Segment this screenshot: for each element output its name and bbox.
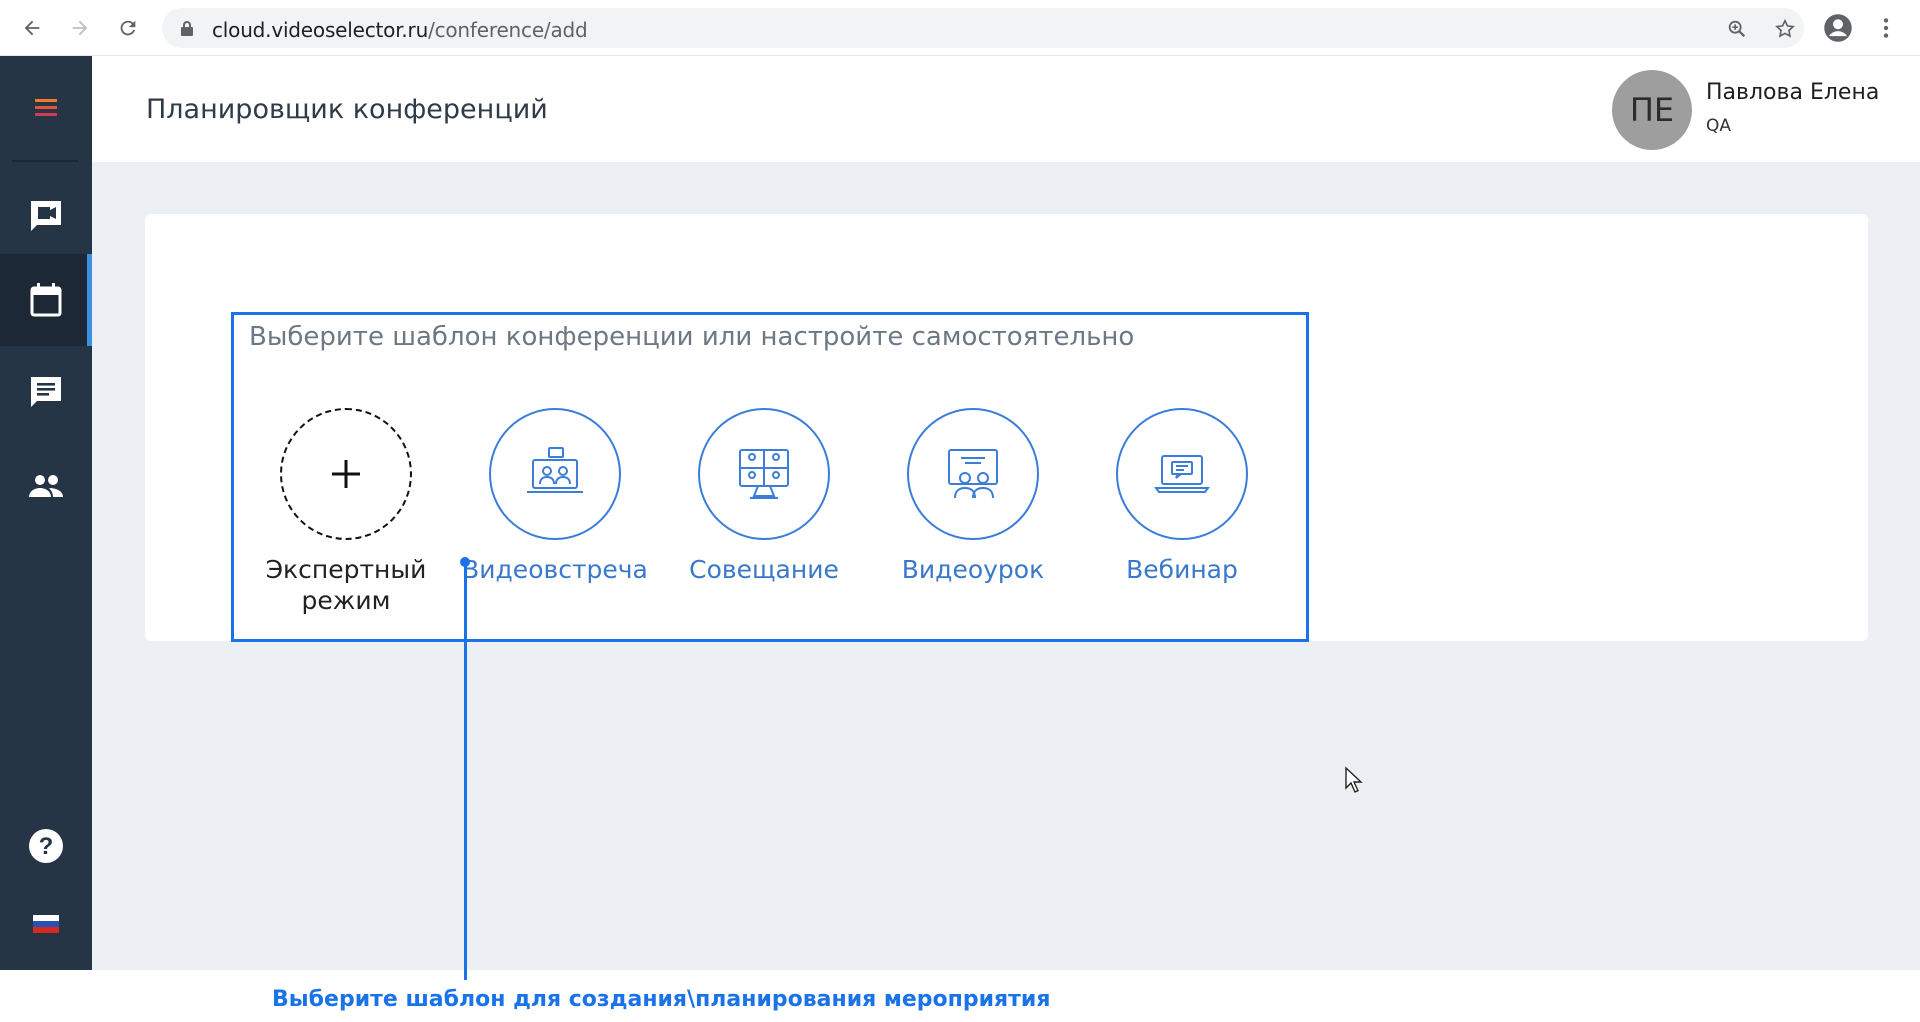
template-card: Выберите шаблон конференции или настройт…: [145, 214, 1868, 642]
address-bar[interactable]: cloud.videoselector.ru/conference/add: [162, 8, 1804, 48]
annotation-text: Выберите шаблон для создания\планировани…: [272, 987, 1051, 1012]
avatar[interactable]: ПЕ: [1612, 70, 1692, 150]
template-label: Совещание: [689, 555, 839, 584]
template-label: Экспертный режим: [265, 555, 427, 615]
conference-grid-icon: [739, 449, 789, 499]
more-vertical-icon: [1883, 18, 1889, 38]
url-host: cloud.videoselector.ru: [212, 18, 429, 42]
hamburger-icon: [35, 99, 57, 116]
template-chooser-title: Выберите шаблон конференции или настройт…: [249, 322, 1135, 352]
template-circle: [489, 408, 621, 540]
back-button[interactable]: [16, 12, 48, 44]
star-icon[interactable]: [1774, 18, 1796, 40]
template-circle: [698, 408, 830, 540]
template-label: Видеоурок: [901, 555, 1045, 584]
calendar-icon: [30, 283, 62, 317]
user-name[interactable]: Павлова Елена: [1706, 80, 1879, 105]
page-title: Планировщик конференций: [146, 94, 548, 125]
template-label: Вебинар: [1126, 555, 1238, 584]
sidebar-divider: [12, 160, 78, 162]
message-icon: [31, 377, 61, 407]
reload-button[interactable]: [112, 12, 144, 44]
url-text: cloud.videoselector.ru/conference/add: [212, 18, 588, 42]
russia-flag-icon: [33, 915, 59, 933]
sidebar: ?: [0, 56, 92, 970]
lock-icon: [181, 21, 193, 36]
template-circle: [907, 408, 1039, 540]
mouse-cursor-icon: [1345, 766, 1363, 793]
template-video-lesson[interactable]: Видеоурок: [873, 408, 1073, 585]
annotation-dot: [460, 557, 470, 567]
browser-menu-button[interactable]: [1870, 12, 1902, 44]
arrow-right-icon: [72, 20, 88, 36]
template-meeting[interactable]: Совещание: [664, 408, 864, 585]
template-label: Видеовстреча: [462, 555, 648, 584]
zoom-icon[interactable]: [1726, 18, 1748, 40]
template-circle: [280, 408, 412, 540]
sidebar-item-menu[interactable]: [0, 62, 92, 154]
profile-button[interactable]: [1822, 12, 1854, 44]
app-header: Планировщик конференций ПЕ Павлова Елена…: [92, 56, 1920, 162]
svg-text:?: ?: [39, 833, 54, 860]
webinar-icon: [1154, 455, 1210, 493]
forward-button[interactable]: [64, 12, 96, 44]
video-chat-icon: [31, 201, 61, 231]
browser-toolbar: cloud.videoselector.ru/conference/add: [0, 0, 1920, 56]
video-lesson-icon: [948, 449, 998, 499]
template-circle: [1116, 408, 1248, 540]
arrow-left-icon: [24, 20, 40, 36]
main-content: Выберите шаблон конференции или настройт…: [92, 162, 1920, 970]
template-video-meeting[interactable]: Видеовстреча: [455, 408, 655, 585]
sidebar-item-contacts[interactable]: [0, 440, 92, 532]
sidebar-item-language[interactable]: [0, 878, 92, 970]
user-role: QA: [1706, 116, 1732, 136]
reload-icon: [120, 20, 136, 36]
plus-icon: [332, 460, 360, 488]
template-expert-mode[interactable]: Экспертный режим: [246, 408, 446, 616]
url-path: /conference/add: [428, 18, 588, 42]
account-circle-icon: [1824, 14, 1852, 42]
people-icon: [29, 475, 63, 497]
sidebar-item-planner[interactable]: [0, 254, 92, 346]
help-icon: ?: [29, 829, 63, 863]
video-meeting-icon: [527, 447, 583, 493]
sidebar-item-conferences[interactable]: [0, 170, 92, 262]
annotation-line: [464, 562, 467, 980]
sidebar-item-chat[interactable]: [0, 346, 92, 438]
template-webinar[interactable]: Вебинар: [1082, 408, 1282, 585]
